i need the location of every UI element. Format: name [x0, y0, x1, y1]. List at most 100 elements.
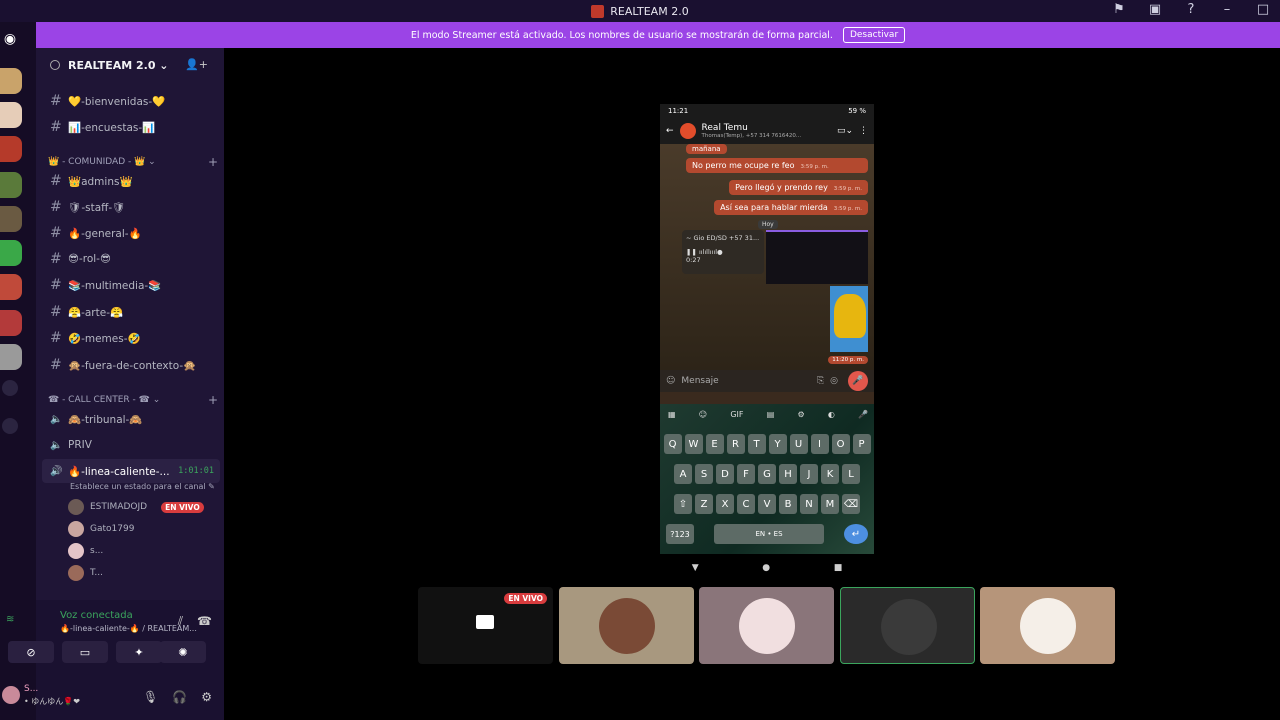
- channel-label: 💛-bienvenidas-💛: [68, 95, 166, 108]
- hash-icon: #: [50, 304, 62, 320]
- key: W: [684, 434, 703, 454]
- voice-member[interactable]: ESTIMADOJD EN VIVO: [68, 498, 204, 516]
- channel-fuera-de-contexto[interactable]: # 🙊-fuera-de-contexto-🙊: [42, 353, 220, 377]
- key: L: [842, 464, 860, 484]
- channel-rol[interactable]: # 😎-rol-😎: [42, 247, 220, 271]
- channel-bienvenidas[interactable]: # 💛-bienvenidas-💛: [42, 89, 220, 113]
- key: V: [758, 494, 776, 514]
- participant-tile[interactable]: [980, 587, 1115, 664]
- key: H: [779, 464, 797, 484]
- avatar: [68, 521, 84, 537]
- hash-icon: #: [50, 277, 62, 293]
- server-icon[interactable]: [0, 68, 22, 94]
- invite-icon[interactable]: 👤+: [185, 58, 208, 71]
- voice-channel-linea-caliente[interactable]: 🔊 🔥-linea-caliente-... 1:01:01: [42, 459, 220, 483]
- user-panel: S... • ゆんゆん🌹❤ 🎙 🎧 ⚙: [2, 676, 224, 720]
- hash-icon: #: [50, 119, 62, 135]
- channel-encuestas[interactable]: # 📊-encuestas-📊: [42, 115, 220, 139]
- participant-tile[interactable]: [840, 587, 975, 664]
- channel-memes[interactable]: # 🤣-memes-🤣: [42, 326, 220, 350]
- guild-icon: [50, 60, 60, 70]
- phone-stream[interactable]: 11:21 59 % ← Real Temu Thomas(Temp), +57 3…: [660, 104, 874, 554]
- participant-tile[interactable]: [699, 587, 834, 664]
- camera-off-button[interactable]: ⊘: [8, 641, 54, 663]
- add-server-icon[interactable]: [2, 380, 18, 396]
- add-channel-icon[interactable]: +: [208, 155, 218, 169]
- more-icon: ⋮: [859, 126, 868, 136]
- settings-gear-icon[interactable]: ⚙: [201, 690, 212, 704]
- disconnect-icon[interactable]: ☎: [197, 614, 212, 629]
- user-status: • ゆんゆん🌹❤: [24, 697, 80, 706]
- chat-bubble: Pero llegó y prendo rey 3:59 p. m.: [729, 180, 868, 195]
- signal-icon[interactable]: ≋: [6, 614, 14, 625]
- channel-multimedia[interactable]: # 📚-multimedia-📚: [42, 273, 220, 297]
- server-icon[interactable]: [0, 102, 22, 128]
- channel-label: 🔥-general-🔥: [68, 227, 142, 240]
- server-icon[interactable]: [0, 172, 22, 198]
- home-nav-icon: ●: [762, 563, 771, 573]
- hash-icon: #: [50, 330, 62, 346]
- voice-channel-priv[interactable]: 🔈 PRIV: [42, 433, 220, 457]
- key: X: [716, 494, 734, 514]
- channel-status-hint[interactable]: Establece un estado para el canal ✎: [70, 482, 215, 491]
- hash-icon: #: [50, 173, 62, 189]
- key: U: [789, 434, 808, 454]
- activities-button[interactable]: ✦: [116, 641, 162, 663]
- back-arrow-icon: ←: [666, 126, 674, 136]
- participant-tile[interactable]: [559, 587, 694, 664]
- inbox-icon[interactable]: ⚑: [1110, 2, 1128, 17]
- phone-battery: 59 %: [848, 107, 866, 115]
- channel-arte[interactable]: # 😤-arte-😤: [42, 300, 220, 324]
- minimize-button[interactable]: –: [1218, 2, 1236, 17]
- key: N: [800, 494, 818, 514]
- voice-member[interactable]: Gato1799: [68, 520, 134, 538]
- server-icon[interactable]: [0, 344, 22, 370]
- help-icon[interactable]: ?: [1182, 2, 1200, 17]
- channel-admins[interactable]: # 👑admins👑: [42, 169, 220, 193]
- disable-streamer-button[interactable]: Desactivar: [842, 27, 906, 43]
- share-screen-button[interactable]: ▭: [62, 641, 108, 663]
- server-icon[interactable]: [0, 310, 22, 336]
- recents-nav-icon: ■: [833, 563, 843, 573]
- audio-duration: 0:27: [686, 256, 701, 264]
- category-call-center[interactable]: ☎ - CALL CENTER - ☎ ⌄ +: [48, 393, 218, 407]
- server-icon[interactable]: [0, 206, 22, 232]
- server-icon[interactable]: [0, 274, 22, 300]
- channel-general[interactable]: # 🔥-general-🔥: [42, 221, 220, 245]
- explore-icon[interactable]: [2, 418, 18, 434]
- server-icon[interactable]: [0, 240, 22, 266]
- username[interactable]: S...: [24, 684, 38, 694]
- maximize-button[interactable]: □: [1254, 2, 1272, 17]
- server-icon[interactable]: [0, 136, 22, 162]
- add-channel-icon[interactable]: +: [208, 393, 218, 407]
- noise-suppression-icon[interactable]: ⫽: [178, 614, 183, 629]
- headphones-icon[interactable]: 🎧: [172, 690, 187, 704]
- microphone-icon[interactable]: 🎙: [143, 690, 158, 704]
- channel-label: 🔥-linea-caliente-...: [68, 465, 170, 478]
- call-timer: 1:01:01: [178, 466, 214, 476]
- channel-staff[interactable]: # 🛡-staff-🛡: [42, 195, 220, 219]
- hash-icon: #: [50, 251, 62, 267]
- voice-member[interactable]: s...: [68, 542, 103, 560]
- stream-tile[interactable]: EN VIVO: [418, 587, 553, 664]
- category-comunidad[interactable]: 👑 - COMUNIDAD - 👑 ⌄ +: [48, 155, 218, 169]
- voice-connected-label[interactable]: Voz conectada: [60, 610, 133, 621]
- channel-label: 🛡-staff-🛡: [68, 201, 126, 214]
- avatar: [1020, 598, 1076, 654]
- back-nav-icon: ▼: [691, 563, 699, 573]
- hash-icon: #: [50, 357, 62, 373]
- screen-icon[interactable]: ▣: [1146, 2, 1164, 17]
- key: T: [747, 434, 766, 454]
- discord-home-icon[interactable]: ◉: [0, 28, 20, 50]
- avatar[interactable]: [2, 686, 20, 704]
- message-input: ☺ Mensaje ⎘ ◎ 🎤: [660, 370, 874, 392]
- attach-icon: ⎘: [816, 376, 825, 386]
- audio-sender: ~ Gio ED/SD +57 31...: [686, 234, 760, 242]
- keyboard: ▦ ☺ GIF ▤ ⚙ ◐ 🎤 QWERTYUIOP ASDFGHJKL ⇧ Z X C V B N M ⌫…: [660, 404, 874, 554]
- soundboard-button[interactable]: ✺: [160, 641, 206, 663]
- voice-channel-tribunal[interactable]: 🔈 🙈-tribunal-🙈: [42, 407, 220, 431]
- stream-stage: 11:21 59 % ← Real Temu Thomas(Temp), +57 3…: [224, 48, 1280, 720]
- audio-waveform: ❚❚ ıılıllıııl●: [686, 248, 723, 256]
- voice-member[interactable]: T...: [68, 564, 103, 582]
- key: Q: [663, 434, 682, 454]
